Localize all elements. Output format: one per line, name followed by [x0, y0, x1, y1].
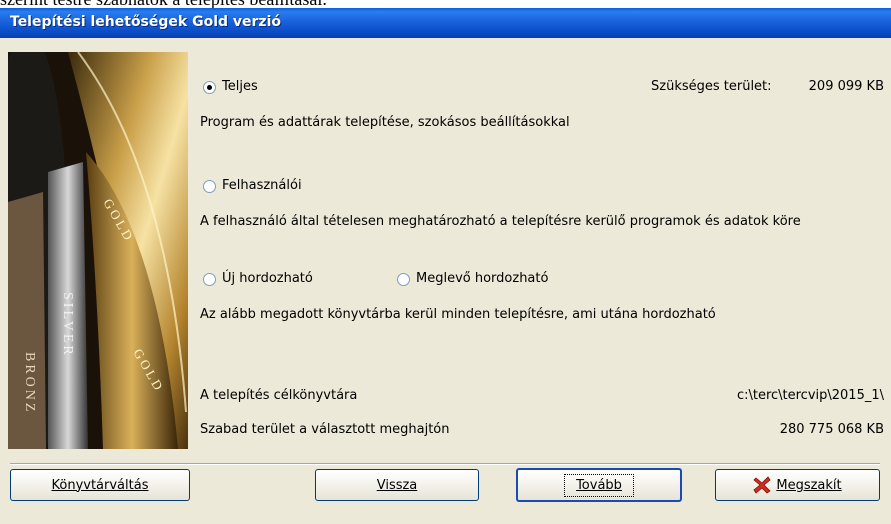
next-button[interactable]: Tovább	[516, 468, 682, 502]
existing-portable-label[interactable]: Meglevő hordozható	[416, 271, 548, 286]
change-directory-label: Könyvtárváltás	[51, 477, 149, 493]
change-directory-button[interactable]: Könyvtárváltás	[10, 469, 190, 501]
cancel-label: Megszakít	[776, 477, 842, 493]
cancel-button-content: Megszakít	[753, 476, 842, 494]
free-space-value: 280 775 068 KB	[779, 422, 884, 437]
portable-description: Az alább megadott könyvtárba kerül minde…	[200, 307, 716, 322]
next-label: Tovább	[564, 473, 634, 497]
new-portable-label[interactable]: Új hordozható	[222, 271, 313, 286]
separator	[10, 463, 880, 465]
required-space-label: Szükséges terület:	[651, 79, 772, 94]
new-portable-radio[interactable]	[203, 273, 216, 286]
required-space-value: 209 099 KB	[808, 79, 884, 94]
full-install-label[interactable]: Teljes	[222, 79, 258, 94]
red-x-icon	[753, 476, 771, 494]
target-directory-label: A telepítés célkönyvtára	[200, 388, 358, 403]
background-text: szerint testre szabhatók a telepítés beá…	[0, 0, 327, 8]
custom-install-description: A felhasználó által tételesen meghatároz…	[200, 214, 801, 229]
custom-install-radio[interactable]	[203, 180, 216, 193]
back-button[interactable]: Vissza	[315, 469, 479, 501]
background-text-fragment: szerint testre szabhatók a telepítés beá…	[0, 0, 891, 8]
back-label: Vissza	[376, 477, 418, 493]
free-space-label: Szabad terület a választott meghajtón	[200, 422, 450, 437]
custom-install-label[interactable]: Felhasználói	[222, 178, 302, 193]
full-install-radio[interactable]	[203, 81, 216, 94]
target-directory-value: c:\terc\tercvip\2015_1\	[736, 388, 884, 403]
options-panel: Teljes Szükséges terület: 209 099 KB Pro…	[0, 8, 891, 524]
install-options-dialog: Telepítési lehetőségek Gold verzió BRONZ…	[0, 8, 891, 524]
cancel-button[interactable]: Megszakít	[715, 469, 880, 501]
full-install-description: Program és adattárak telepítése, szokáso…	[200, 115, 570, 130]
existing-portable-radio[interactable]	[397, 273, 410, 286]
